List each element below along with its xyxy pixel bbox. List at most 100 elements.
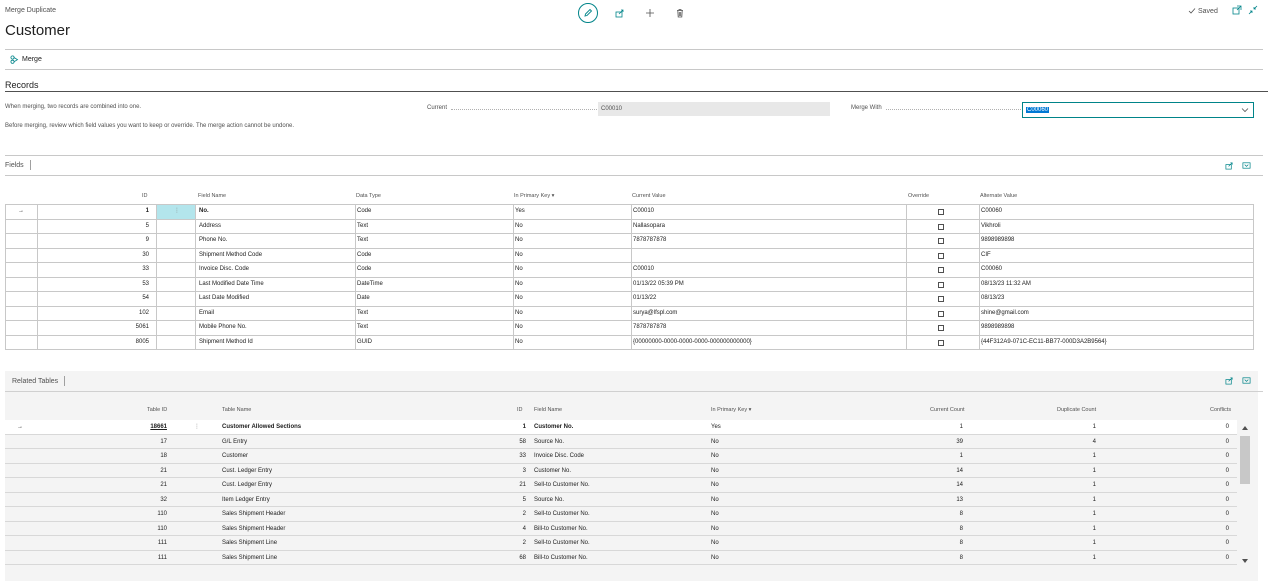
column-header-primary-key[interactable]: In Primary Key ▾ — [514, 193, 554, 199]
primary-key: No — [515, 324, 523, 330]
table-row[interactable]: → ⋮ 18661 Customer Allowed Sections 1 Custome… — [5, 420, 1237, 435]
cell-divider — [195, 248, 196, 262]
cell-divider — [355, 335, 356, 349]
row-menu-icon[interactable]: ⋮ — [174, 205, 180, 219]
data-type: DateTime — [357, 280, 383, 287]
share-button[interactable] — [612, 5, 628, 21]
cell-divider — [37, 263, 38, 277]
cell-divider — [37, 292, 38, 306]
current-value: 01/13/22 05:39 PM — [633, 280, 684, 287]
merge-button[interactable]: Merge — [10, 55, 42, 64]
table-row[interactable]: 9 Phone No. Text No 7878787878 9898989898 — [6, 234, 1253, 249]
field-id: 33 — [519, 453, 526, 459]
table-row[interactable]: 110 Sales Shipment Header 4 Bill-to Custome… — [5, 521, 1237, 536]
merge-with-field[interactable]: C00060 — [1022, 102, 1254, 118]
scroll-down-icon[interactable] — [1238, 556, 1252, 566]
alternate-value: 08/13/23 — [981, 295, 1005, 301]
scroll-thumb[interactable] — [1240, 436, 1250, 484]
column-header-id[interactable]: ID — [142, 193, 148, 199]
column-header-current-value[interactable]: Current Value — [632, 193, 666, 199]
table-row[interactable]: 54 Last Date Modified Date No 01/13/22 08/13/… — [6, 292, 1253, 307]
table-row[interactable]: 110 Sales Shipment Header 2 Sell-to Custome… — [5, 507, 1237, 522]
alternate-value: CIF — [981, 251, 991, 258]
current-count: 8 — [959, 525, 963, 532]
table-name: Sales Shipment Line — [222, 540, 278, 546]
table-row[interactable]: 21 Cust. Ledger Entry 3 Customer No. No 14 1 0 — [5, 463, 1237, 478]
page-title: Customer — [5, 22, 71, 39]
collapse-icon[interactable] — [1248, 5, 1258, 15]
conflicts: 0 — [1225, 482, 1229, 488]
column-header-primary-key[interactable]: In Primary Key ▾ — [711, 407, 751, 413]
column-header-field-id[interactable]: ID — [517, 407, 523, 413]
cell-divider — [355, 205, 356, 219]
field-name: Last Date Modified — [199, 295, 250, 301]
column-header-current-count[interactable]: Current Count — [930, 407, 965, 413]
table-row[interactable]: → ⋮ 1 No. Code Yes C00010 C00060 — [6, 205, 1253, 220]
records-underline — [5, 91, 1268, 92]
current-count: 8 — [959, 554, 963, 561]
data-type: Text — [357, 222, 369, 229]
new-button[interactable] — [642, 5, 658, 21]
cell-divider — [156, 335, 157, 349]
field-name: Source No. — [534, 496, 565, 503]
table-row[interactable]: 32 Item Ledger Entry 5 Source No. No 13 1 0 — [5, 492, 1237, 507]
column-header-field-name[interactable]: Field Name — [198, 193, 226, 199]
primary-key: No — [711, 525, 719, 532]
share-icon[interactable] — [1225, 161, 1234, 170]
share-icon[interactable] — [1225, 376, 1234, 385]
saved-label: Saved — [1198, 7, 1218, 15]
fields-table-header: ID Field Name Data Type In Primary Key ▾… — [5, 193, 1254, 202]
column-header-override[interactable]: Override — [908, 193, 929, 199]
table-row[interactable]: 21 Cust. Ledger Entry 21 Sell-to Customer N… — [5, 478, 1237, 493]
conflicts: 0 — [1225, 554, 1229, 561]
cell-divider — [195, 335, 196, 349]
column-header-conflicts[interactable]: Conflicts — [1210, 407, 1231, 413]
edit-button[interactable] — [578, 3, 598, 23]
table-row[interactable]: 33 Invoice Disc. Code Code No C00010 C00060 — [6, 263, 1253, 278]
table-id[interactable]: 18661 — [150, 420, 167, 434]
cell-divider — [156, 248, 157, 262]
table-row[interactable]: 18 Customer 33 Invoice Disc. Code No 1 1 0 — [5, 449, 1237, 464]
table-row[interactable]: 8005 Shipment Method Id GUID No {00000000-00… — [6, 335, 1253, 350]
table-name: Item Ledger Entry — [222, 496, 270, 503]
current-value: 01/13/22 — [633, 295, 657, 301]
cell-divider — [906, 205, 907, 219]
cell-divider — [37, 248, 38, 262]
field-name: Sell-to Customer No. — [534, 540, 590, 546]
column-header-field-name[interactable]: Field Name — [534, 407, 562, 413]
column-header-data-type[interactable]: Data Type — [356, 193, 381, 199]
table-row[interactable]: 111 Sales Shipment Line 2 Sell-to Customer … — [5, 536, 1237, 551]
table-row[interactable]: 53 Last Modified Date Time DateTime No 01/13… — [6, 277, 1253, 292]
column-header-duplicate-count[interactable]: Duplicate Count — [1057, 407, 1096, 413]
column-header-table-name[interactable]: Table Name — [222, 407, 251, 413]
table-name: Cust. Ledger Entry — [222, 482, 273, 488]
cell-divider — [195, 292, 196, 306]
table-row[interactable]: 5 Address Text No Nallasopara Vikhroli — [6, 219, 1253, 234]
check-icon — [1188, 8, 1196, 14]
delete-button[interactable] — [672, 5, 688, 21]
table-row[interactable]: 17 G/L Entry 58 Source No. No 39 4 0 — [5, 434, 1237, 449]
cell-divider — [513, 263, 514, 277]
column-header-table-id[interactable]: Table ID — [147, 407, 167, 413]
table-row[interactable]: 102 Email Text No surya@lfspl.com shine@gmail… — [6, 306, 1253, 321]
current-row-arrow-icon: → — [18, 208, 24, 214]
table-row[interactable]: 111 Sales Shipment Line 68 Bill-to Customer… — [5, 550, 1237, 565]
table-row[interactable]: 5061 Mobile Phone No. Text No 7878787878 9898… — [6, 321, 1253, 336]
cell-divider — [906, 234, 907, 248]
data-type: Code — [357, 266, 372, 272]
table-row[interactable]: 30 Shipment Method Code Code No CIF — [6, 248, 1253, 263]
row-menu-icon[interactable]: ⋮ — [194, 420, 200, 434]
alternate-value: 08/13/23 11:32 AM — [981, 280, 1031, 287]
duplicate-count: 1 — [1092, 496, 1096, 503]
column-header-alternate-value[interactable]: Alternate Value — [980, 193, 1017, 199]
expand-icon[interactable] — [1242, 161, 1251, 170]
cell-divider — [195, 234, 196, 248]
chevron-down-icon[interactable] — [1241, 106, 1249, 114]
cell-divider — [631, 205, 632, 219]
open-new-window-icon[interactable] — [1232, 5, 1242, 15]
expand-icon[interactable] — [1242, 376, 1251, 385]
scroll-up-icon[interactable] — [1238, 423, 1252, 433]
primary-key: No — [711, 496, 719, 503]
primary-key: No — [711, 438, 719, 445]
duplicate-count: 1 — [1092, 467, 1096, 474]
